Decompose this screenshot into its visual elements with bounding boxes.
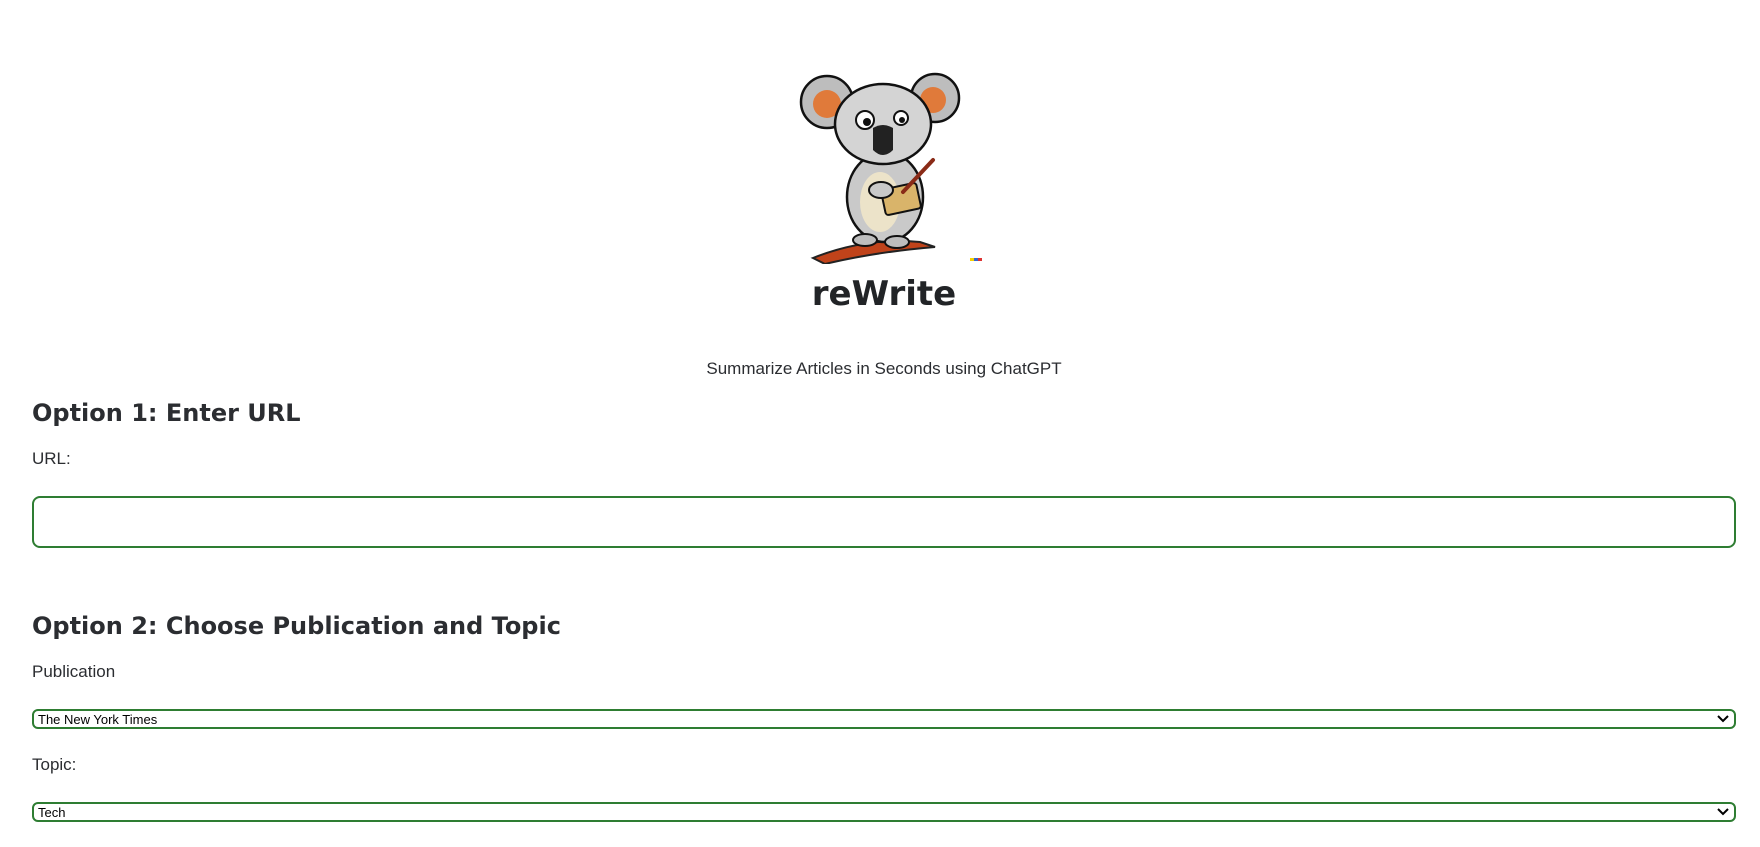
chevron-down-icon xyxy=(1716,805,1730,819)
url-input[interactable] xyxy=(32,496,1736,548)
chevron-down-icon xyxy=(1716,712,1730,726)
url-label: URL: xyxy=(32,449,71,468)
app-title: reWrite xyxy=(811,274,957,314)
publication-selected-value: The New York Times xyxy=(38,711,158,727)
option2-heading: Option 2: Choose Publication and Topic xyxy=(32,612,561,640)
topic-selected-value: Tech xyxy=(38,804,66,820)
publication-label: Publication xyxy=(32,662,116,681)
topic-select[interactable]: Tech xyxy=(32,802,1736,822)
topic-label: Topic: xyxy=(32,755,77,774)
option1-heading: Option 1: Enter URL xyxy=(32,399,301,427)
koala-logo-icon xyxy=(785,62,985,264)
page: reWrite Summarize Articles in Seconds us… xyxy=(0,0,1760,847)
tagline: Summarize Articles in Seconds using Chat… xyxy=(706,359,1062,378)
publication-select[interactable]: The New York Times xyxy=(32,709,1736,729)
